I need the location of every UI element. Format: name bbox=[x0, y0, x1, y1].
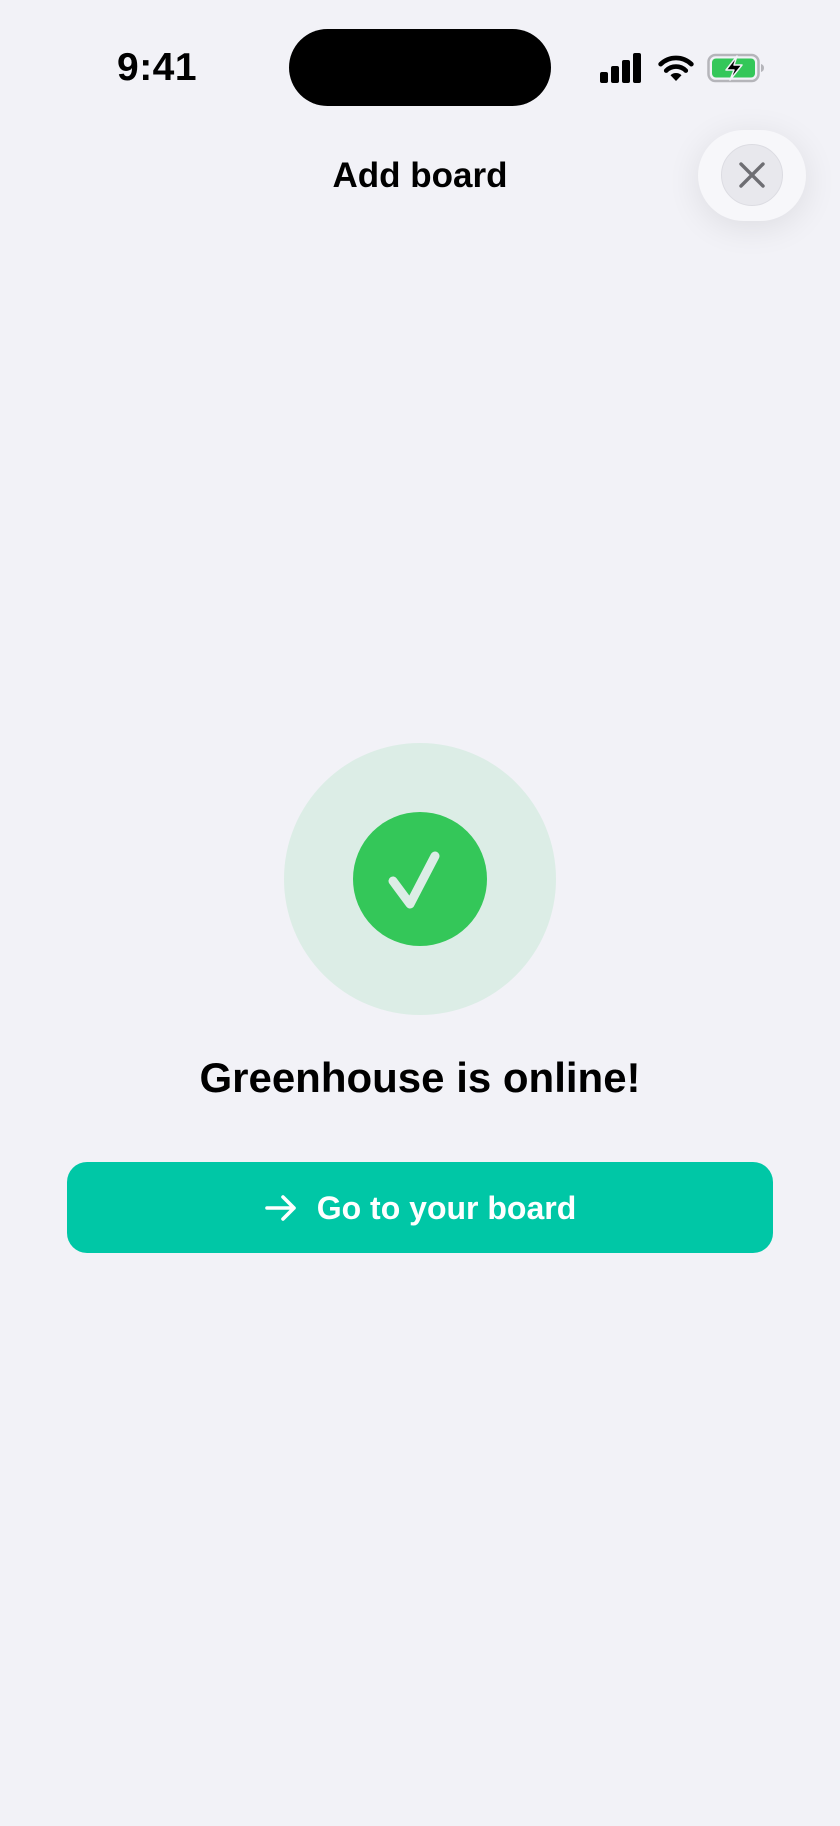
go-to-board-button[interactable]: Go to your board bbox=[67, 1162, 773, 1253]
go-to-board-label: Go to your board bbox=[316, 1189, 577, 1226]
success-badge bbox=[284, 743, 556, 1015]
close-button-container bbox=[698, 130, 806, 221]
status-time: 9:41 bbox=[117, 46, 198, 89]
signal-icon bbox=[600, 53, 643, 83]
close-button[interactable] bbox=[721, 144, 783, 206]
arrow-right-icon bbox=[264, 1191, 317, 1225]
dynamic-island bbox=[289, 29, 551, 106]
checkmark-icon bbox=[385, 844, 455, 914]
close-icon bbox=[738, 161, 766, 189]
status-icons bbox=[600, 50, 765, 86]
success-circle bbox=[353, 812, 487, 946]
battery-charging-icon bbox=[707, 53, 765, 83]
wifi-icon bbox=[657, 53, 695, 83]
status-message: Greenhouse is online! bbox=[199, 1054, 641, 1101]
